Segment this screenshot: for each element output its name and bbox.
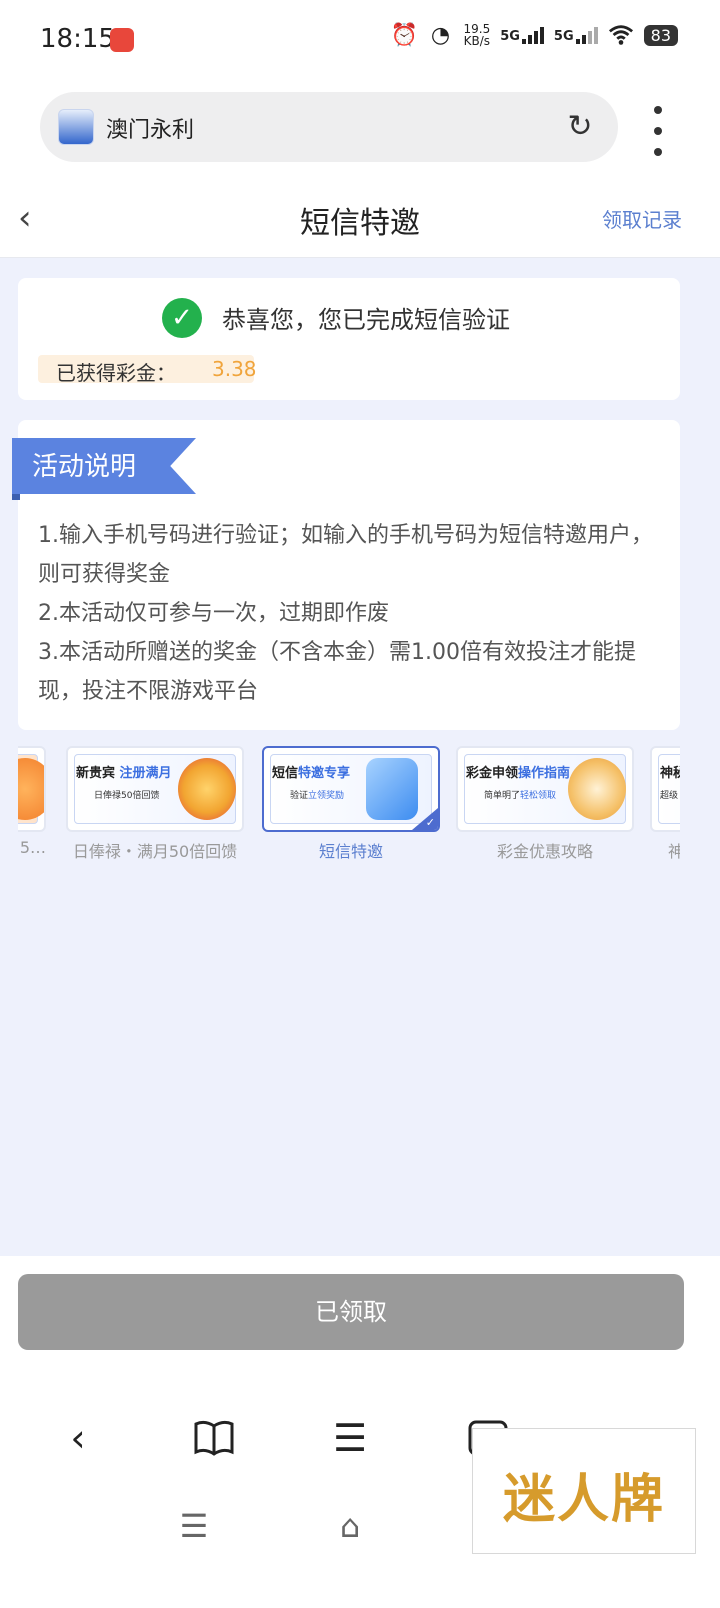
- speedometer-icon: ◔: [430, 22, 451, 48]
- bonus-value: 3.38: [212, 357, 257, 381]
- promo-banner[interactable]: 彩金申领操作指南 简单明了轻松领取 彩金优惠攻略: [456, 746, 634, 861]
- activity-ribbon: 活动说明: [12, 438, 196, 494]
- signal-2: 5G: [554, 26, 598, 44]
- more-vertical-icon[interactable]: [648, 106, 668, 156]
- status-icons: ⏰ ◔ 19.5 KB/s 5G 5G 83: [391, 22, 678, 48]
- promo-banner-label[interactable]: 彩金优惠攻略: [456, 838, 634, 862]
- promo-banner-subtitle: 日俸禄50倍回馈: [94, 791, 160, 801]
- ribbon-fold: [12, 494, 20, 500]
- bottom-area: 已领取 ‹ ☰ ⌂ ☰ ⌂ 迷人牌: [0, 1256, 720, 1608]
- phone-icon: [366, 758, 418, 820]
- promo-banner-image[interactable]: 新贵宾 注册满月 日俸禄50倍回馈: [66, 746, 244, 832]
- promo-banner-image[interactable]: 神秘 超级: [650, 746, 680, 832]
- promo-banner-heading: 新贵宾 注册满月: [76, 766, 172, 781]
- verification-message: 恭喜您，您已完成短信验证: [222, 306, 510, 334]
- promo-banner-image[interactable]: [18, 746, 46, 832]
- home-icon[interactable]: ⌂: [330, 1506, 370, 1546]
- promo-banner-label[interactable]: 5…: [18, 838, 46, 857]
- page-header: ‹ 短信特邀 领取记录: [0, 180, 720, 258]
- claim-record-link[interactable]: 领取记录: [602, 204, 682, 233]
- reload-icon[interactable]: ↻: [562, 109, 598, 145]
- status-time: 18:15: [40, 24, 115, 54]
- promo-banner-image[interactable]: 短信特邀专享 验证立领奖励 ✓: [262, 746, 440, 832]
- address-bar[interactable]: 澳门永利 ↻: [40, 92, 618, 162]
- promo-banner-heading: 短信特邀专享: [272, 766, 351, 781]
- promo-banner-subtitle: 超级: [660, 791, 679, 801]
- watermark-text: 迷人牌: [502, 1469, 665, 1530]
- network-type-1: 5G: [500, 29, 520, 44]
- rule-item: 2.本活动仅可参与一次，过期即作废: [38, 601, 389, 626]
- bonus-badge: 已获得彩金： 3.38: [38, 355, 257, 385]
- gold-coin-icon: [178, 758, 236, 820]
- activity-description-card: 活动说明 1.输入手机号码进行验证；如输入的手机号码为短信特邀用户，则可获得奖金…: [12, 420, 680, 730]
- promo-banner-subtitle: 验证立领奖励: [290, 791, 345, 801]
- promo-banner-heading: 彩金申领操作指南: [466, 766, 571, 781]
- site-favicon-icon: [58, 109, 94, 145]
- bookmarks-icon[interactable]: [192, 1416, 236, 1460]
- promo-banner[interactable]: 5…: [18, 746, 46, 858]
- verification-card: ✓ 恭喜您，您已完成短信验证 已获得彩金： 3.38: [18, 278, 680, 400]
- recent-apps-icon[interactable]: ☰: [174, 1506, 214, 1546]
- promo-banner-label[interactable]: 短信特邀: [262, 838, 440, 862]
- network-type-2: 5G: [553, 29, 574, 44]
- promo-banner-label[interactable]: 神: [650, 838, 680, 862]
- promo-banner-subtitle: 简单明了轻松领取: [484, 791, 557, 801]
- signal-bars-icon: [575, 26, 598, 44]
- main-content: ✓ 恭喜您，您已完成短信验证 已获得彩金： 3.38 活动说明 1.输入手机号码…: [0, 258, 720, 1256]
- promo-banner-selected[interactable]: 短信特邀专享 验证立领奖励 ✓ 短信特邀: [262, 746, 440, 861]
- promo-banner-image[interactable]: 彩金申领操作指南 简单明了轻松领取: [456, 746, 634, 832]
- battery-indicator: 83: [643, 24, 678, 46]
- compass-icon: [568, 758, 626, 820]
- promotion-carousel[interactable]: 5… 新贵宾 注册满月 日俸禄50倍回馈 日俸禄・满月50倍回馈 短信特邀专享 …: [18, 746, 680, 866]
- activity-title: 活动说明: [32, 452, 137, 482]
- alarm-clock-icon: ⏰: [390, 22, 419, 48]
- check-circle-icon: ✓: [162, 298, 202, 338]
- promo-banner-heading: 神秘: [660, 766, 680, 781]
- rule-item: 3.本活动所赠送的奖金（不含本金）需1.00倍有效投注才能提现，投注不限游戏平台: [38, 640, 636, 704]
- network-speed: 19.5 KB/s: [463, 23, 490, 47]
- promo-banner[interactable]: 神秘 超级 神: [650, 746, 680, 861]
- rule-item: 1.输入手机号码进行验证；如输入的手机号码为短信特邀用户，则可获得奖金: [38, 523, 653, 587]
- promo-banner[interactable]: 新贵宾 注册满月 日俸禄50倍回馈 日俸禄・满月50倍回馈: [66, 746, 244, 861]
- claimed-button[interactable]: 已领取: [18, 1274, 684, 1350]
- menu-icon[interactable]: ☰: [328, 1416, 372, 1460]
- signal-1: 5G: [500, 26, 544, 44]
- wifi-icon: [608, 22, 634, 48]
- promo-banner-label[interactable]: 日俸禄・满月50倍回馈: [66, 838, 244, 862]
- network-speed-unit: KB/s: [463, 34, 491, 48]
- gift-box-icon: [18, 758, 44, 820]
- app-notification-icon: [110, 28, 134, 52]
- signal-bars-icon: [521, 26, 544, 44]
- browser-toolbar: 澳门永利 ↻: [0, 80, 720, 180]
- watermark: 迷人牌: [472, 1428, 696, 1554]
- status-bar: 18:15 ⏰ ◔ 19.5 KB/s 5G 5G 83: [0, 0, 720, 80]
- bonus-label: 已获得彩金：: [56, 361, 176, 385]
- activity-rules: 1.输入手机号码进行验证；如输入的手机号码为短信特邀用户，则可获得奖金 2.本活…: [38, 516, 668, 711]
- back-nav-icon[interactable]: ‹: [56, 1416, 100, 1460]
- address-text[interactable]: 澳门永利: [106, 112, 194, 144]
